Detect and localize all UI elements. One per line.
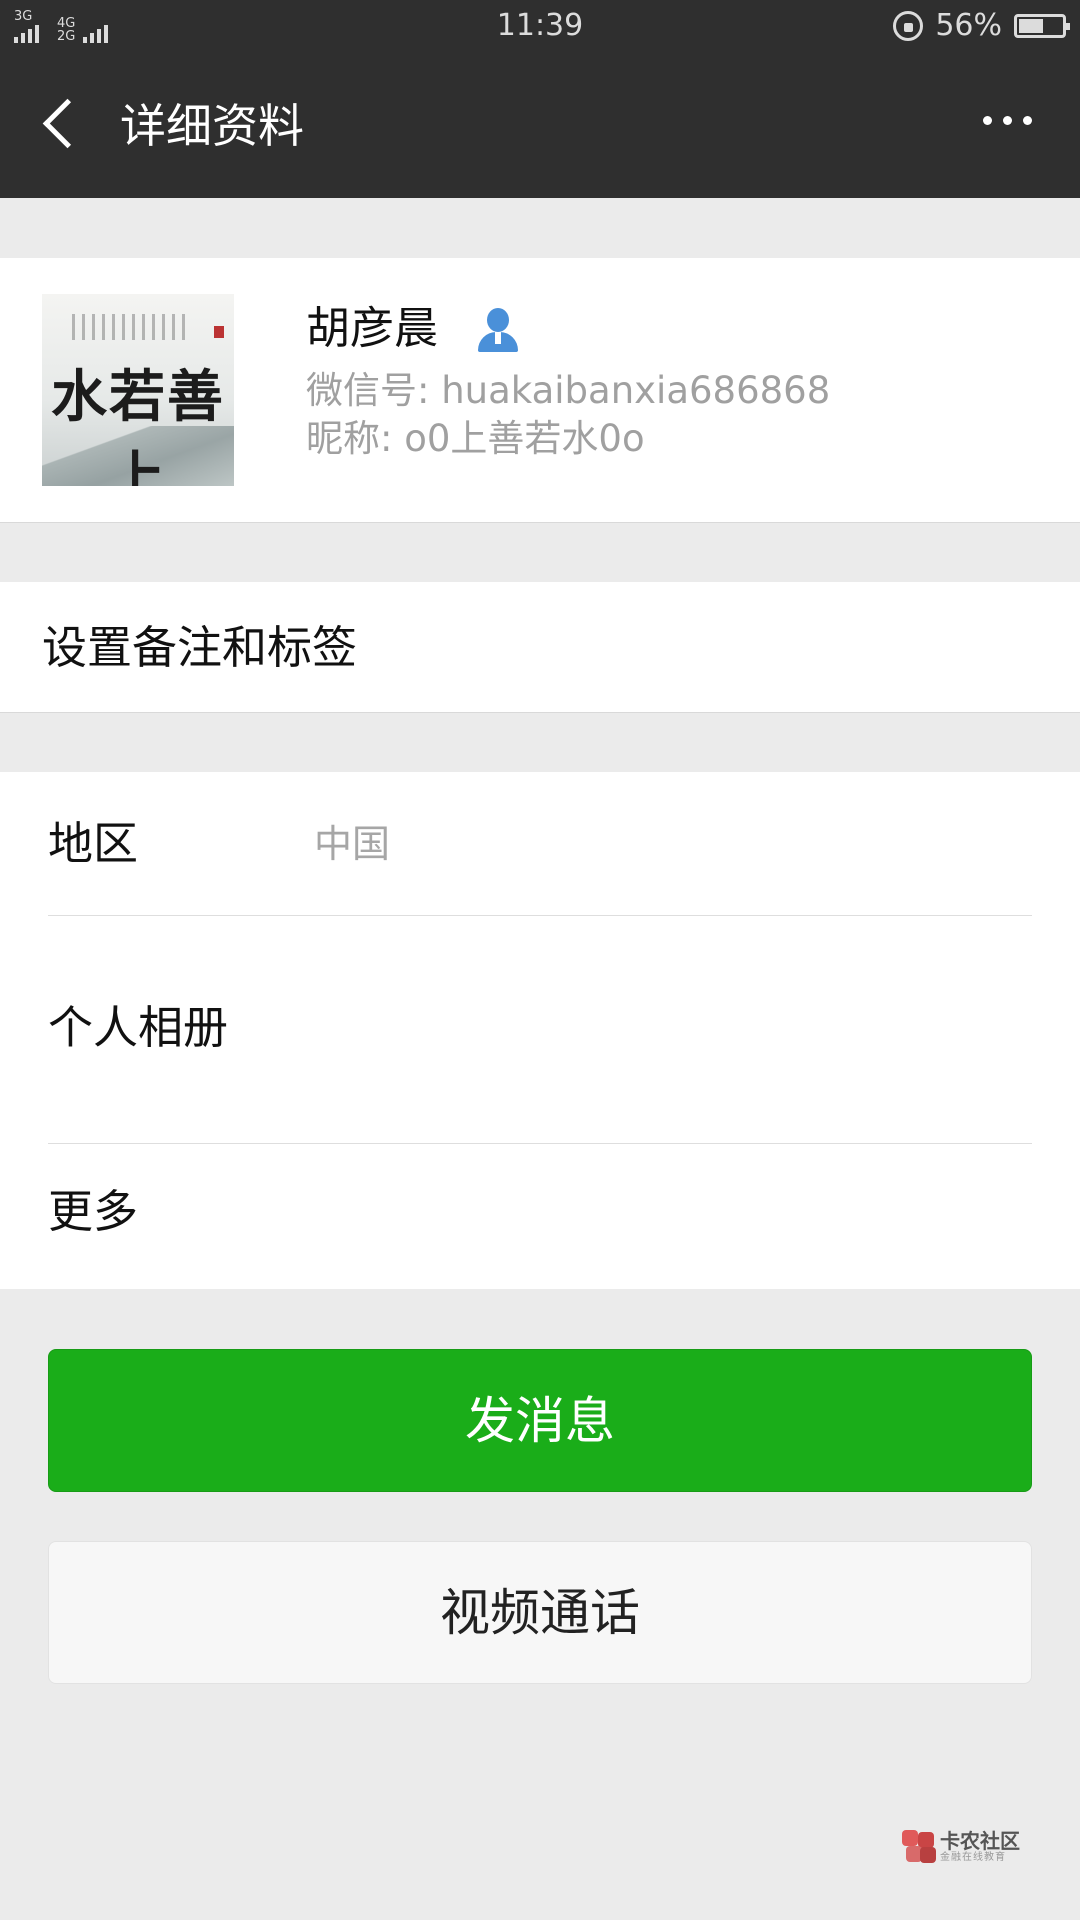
set-remark-label: 设置备注和标签 [42,621,358,674]
avatar[interactable]: 水若善上 [42,294,234,486]
avatar-seal [214,326,224,338]
region-label: 地区 [48,817,139,870]
info-group: 地区 中国 个人相册 更多 [0,772,1080,1289]
battery-fill [1019,18,1043,33]
more-options-icon[interactable] [983,116,1032,125]
page-title: 详细资料 [120,99,304,153]
profile-card: 水若善上 胡彦晨 微信号: huakaibanxia686868 昵称: o0上… [0,258,1080,523]
avatar-calligraphy: 水若善上 [51,364,225,486]
video-call-button[interactable]: 视频通话 [48,1541,1032,1684]
watermark-title: 卡农社区 [940,1829,1020,1853]
rotation-lock-icon [893,10,924,41]
status-bar: 3G 4G 2G 11:39 56% [0,0,1080,52]
contact-name: 胡彦晨 [306,303,438,354]
person-icon [474,306,522,354]
watermark-subtitle: 金融在线教育 [940,1852,1006,1863]
avatar-calligraphy-lines [72,314,192,340]
watermark: 卡农社区 金融在线教育 [902,1830,1020,1864]
set-remark-and-tags-cell[interactable]: 设置备注和标签 [0,582,1080,713]
personal-album-row[interactable]: 个人相册 [0,916,1080,1143]
send-message-button[interactable]: 发消息 [48,1349,1032,1492]
kanong-logo-icon [902,1830,936,1864]
status-right: 56% [893,8,1070,43]
personal-album-label: 个人相册 [48,1001,229,1054]
title-bar: 详细资料 [0,52,1080,198]
nickname: 昵称: o0上善若水0o [306,417,645,460]
region-value: 中国 [314,822,391,866]
battery-icon [1014,13,1070,38]
back-arrow-icon[interactable] [40,96,80,156]
more-label: 更多 [48,1185,139,1238]
more-row[interactable]: 更多 [0,1144,1080,1289]
region-row[interactable]: 地区 中国 [0,772,1080,915]
battery-percent: 56% [935,8,1002,43]
wechat-id: 微信号: huakaibanxia686868 [306,369,831,412]
